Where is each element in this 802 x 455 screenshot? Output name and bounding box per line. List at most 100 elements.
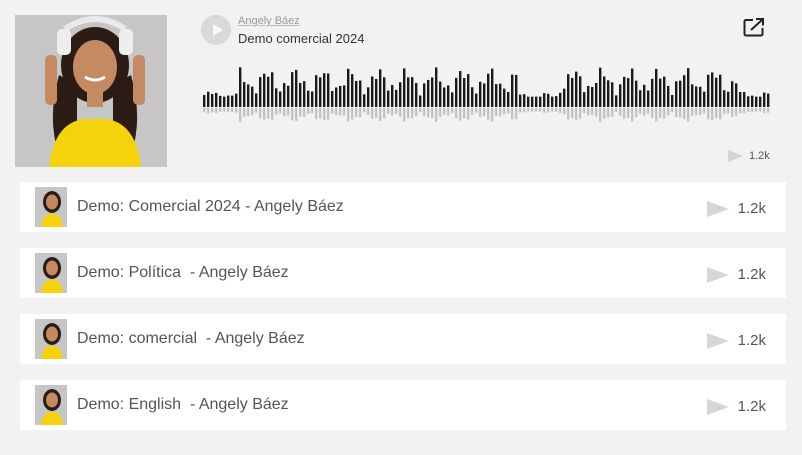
waveform-reflection-bar — [251, 108, 254, 116]
waveform-bar — [663, 76, 666, 107]
waveform-bar — [459, 71, 462, 107]
waveform[interactable] — [203, 60, 771, 124]
waveform-reflection-bar — [231, 108, 234, 112]
waveform-reflection-bar — [767, 108, 770, 113]
track-thumbnail — [35, 319, 67, 359]
track-play-count: 1.2k — [737, 266, 766, 283]
waveform-reflection-bar — [611, 108, 614, 117]
waveform-reflection-bar — [539, 108, 542, 112]
waveform-reflection-bar — [627, 108, 630, 119]
waveform-bar — [583, 92, 586, 107]
track-title[interactable]: Demo: comercial - Angely Báez — [77, 330, 305, 348]
waveform-bar — [411, 77, 414, 107]
waveform-bar — [275, 88, 278, 107]
waveform-bar — [351, 74, 354, 107]
track-row[interactable]: Demo: Comercial 2024 - Angely Báez 1.2k — [20, 182, 786, 232]
waveform-reflection-bar — [723, 108, 726, 114]
waveform-bar — [311, 91, 314, 107]
waveform-reflection-bar — [295, 108, 298, 121]
waveform-reflection-bar — [351, 108, 354, 120]
waveform-reflection-bar — [583, 108, 586, 114]
waveform-reflection-bar — [707, 108, 710, 120]
waveform-bar — [543, 93, 546, 107]
waveform-bar — [731, 81, 734, 107]
waveform-bar — [691, 84, 694, 107]
track-plays: 1.2k — [706, 332, 766, 349]
waveform-bar — [287, 85, 290, 107]
artist-link[interactable]: Angely Báez — [238, 15, 300, 27]
waveform-reflection-bar — [363, 108, 366, 113]
waveform-bar — [563, 88, 566, 107]
waveform-reflection-bar — [447, 108, 450, 116]
waveform-bar — [751, 95, 754, 107]
track-row[interactable]: Demo: comercial - Angely Báez 1.2k — [20, 314, 786, 364]
waveform-bar — [603, 76, 606, 107]
waveform-bar — [431, 77, 434, 107]
waveform-bar — [451, 92, 454, 107]
waveform-bar — [627, 78, 630, 107]
waveform-reflection-bar — [359, 108, 362, 118]
waveform-bar — [259, 77, 262, 107]
waveform-reflection-bar — [411, 108, 414, 119]
waveform-reflection-bar — [699, 108, 702, 116]
waveform-reflection-bar — [291, 108, 294, 121]
waveform-reflection-bar — [703, 108, 706, 114]
track-title[interactable]: Demo: English - Angely Báez — [77, 396, 289, 414]
waveform-bar — [763, 92, 766, 107]
track-title[interactable]: Demo: Política - Angely Báez — [77, 264, 289, 282]
waveform-bar — [367, 87, 370, 107]
waveform-reflection-bar — [319, 108, 322, 119]
waveform-reflection-bar — [243, 108, 246, 117]
waveform-bar — [755, 96, 758, 107]
waveform-bar — [555, 96, 558, 107]
waveform-reflection-bar — [379, 108, 382, 122]
waveform-reflection-bar — [307, 108, 310, 114]
track-row[interactable]: Demo: English - Angely Báez 1.2k — [20, 380, 786, 430]
waveform-bar — [559, 92, 562, 107]
waveform-bar — [243, 82, 246, 107]
waveform-bar — [235, 93, 238, 107]
waveform-reflection-bar — [731, 108, 734, 118]
waveform-bar — [743, 91, 746, 107]
waveform-bar — [531, 96, 534, 107]
waveform-reflection-bar — [667, 108, 670, 116]
play-button[interactable] — [201, 15, 231, 45]
waveform-reflection-bar — [751, 108, 754, 112]
track-row[interactable]: Demo: Política - Angely Báez 1.2k — [20, 248, 786, 298]
track-thumbnail — [35, 385, 67, 425]
waveform-bar — [391, 84, 394, 107]
waveform-bar — [387, 90, 390, 107]
waveform-bar — [383, 77, 386, 107]
waveform-reflection-bar — [683, 108, 686, 120]
waveform-reflection-bar — [755, 108, 758, 112]
waveform-bar — [679, 80, 682, 107]
waveform-bar — [619, 84, 622, 107]
waveform-reflection-bar — [515, 108, 518, 120]
waveform-bar — [611, 82, 614, 107]
waveform-bar — [467, 74, 470, 107]
waveform-bar — [251, 86, 254, 107]
waveform-bar — [643, 84, 646, 107]
waveform-reflection-bar — [507, 108, 510, 114]
waveform-reflection-bar — [387, 108, 390, 114]
waveform-reflection-bar — [599, 108, 602, 122]
waveform-bar — [495, 84, 498, 107]
waveform-reflection-bar — [643, 108, 646, 116]
share-icon[interactable] — [743, 17, 765, 37]
waveform-reflection-bar — [747, 108, 750, 112]
track-title[interactable]: Demo: Comercial 2024 - Angely Báez — [77, 198, 344, 216]
waveform-bar — [295, 69, 298, 107]
waveform-bar — [759, 96, 762, 107]
waveform-reflection-bar — [255, 108, 258, 113]
play-count-icon — [706, 332, 729, 349]
waveform-bar — [219, 95, 222, 107]
waveform-reflection-bar — [635, 108, 638, 118]
waveform-reflection-bar — [271, 108, 274, 121]
waveform-reflection-bar — [479, 108, 482, 117]
waveform-bar — [615, 95, 618, 107]
waveform-bar — [415, 82, 418, 107]
waveform-bar — [735, 83, 738, 107]
waveform-reflection-bar — [315, 108, 318, 120]
waveform-bar — [479, 81, 482, 107]
waveform-bar — [647, 90, 650, 107]
